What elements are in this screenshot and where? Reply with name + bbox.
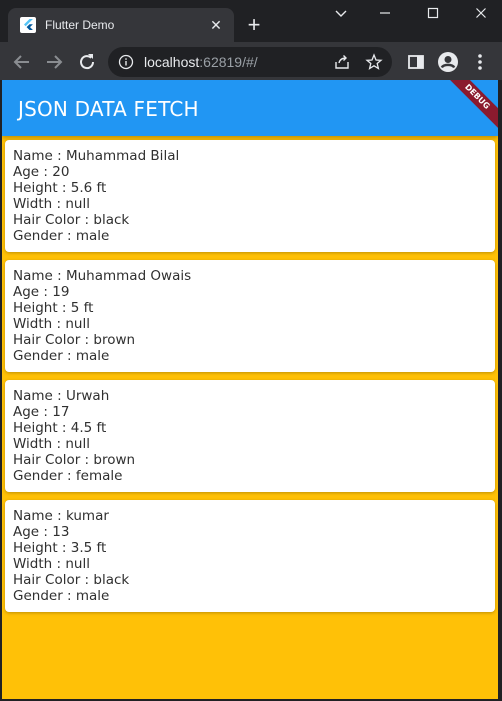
browser-titlebar: Flutter Demo ✕ + — [0, 0, 502, 42]
person-height: Height : 4.5 ft — [13, 420, 107, 436]
person-name: Name : kumar — [13, 508, 109, 524]
app-viewport: JSON DATA FETCH DEBUG Name : Muhammad Bi… — [2, 80, 498, 699]
info-icon[interactable] — [118, 54, 134, 70]
person-hair-color: Hair Color : brown — [13, 332, 136, 348]
close-window-icon[interactable] — [466, 6, 496, 26]
url-path: :62819/#/ — [199, 54, 258, 70]
forward-arrow-icon[interactable] — [42, 50, 66, 74]
person-gender: Gender : male — [13, 228, 110, 244]
browser-menu-icon[interactable] — [468, 50, 492, 74]
person-hair-color: Hair Color : brown — [13, 452, 136, 468]
person-gender: Gender : male — [13, 588, 110, 604]
app-bar: JSON DATA FETCH DEBUG — [2, 80, 498, 136]
browser-toolbar: localhost:62819/#/ — [0, 42, 502, 80]
url-host: localhost — [144, 54, 200, 70]
side-panel-icon[interactable] — [404, 50, 428, 74]
tab-search-chevron-icon[interactable] — [326, 6, 356, 26]
person-hair-color: Hair Color : black — [13, 212, 130, 228]
tab-title: Flutter Demo — [45, 18, 115, 32]
person-height: Height : 5.6 ft — [13, 180, 107, 196]
person-width: Width : null — [13, 556, 90, 572]
person-width: Width : null — [13, 436, 90, 452]
flutter-favicon-icon — [20, 17, 36, 33]
tab-close-icon[interactable]: ✕ — [208, 17, 224, 33]
people-list[interactable]: Name : Muhammad Bilal Age : 20 Height : … — [2, 136, 498, 620]
reload-icon[interactable] — [75, 50, 99, 74]
person-height: Height : 3.5 ft — [13, 540, 107, 556]
person-card[interactable]: Name : Muhammad Owais Age : 19 Height : … — [5, 260, 495, 372]
person-width: Width : null — [13, 316, 90, 332]
person-card[interactable]: Name : Muhammad Bilal Age : 20 Height : … — [5, 140, 495, 252]
new-tab-button[interactable]: + — [244, 14, 264, 36]
person-age: Age : 19 — [13, 284, 70, 300]
person-name: Name : Muhammad Owais — [13, 268, 192, 284]
person-card[interactable]: Name : Urwah Age : 17 Height : 4.5 ft Wi… — [5, 380, 495, 492]
person-height: Height : 5 ft — [13, 300, 94, 316]
person-name: Name : Urwah — [13, 388, 110, 404]
maximize-icon[interactable] — [418, 6, 448, 26]
profile-avatar-icon[interactable] — [436, 50, 460, 74]
person-width: Width : null — [13, 196, 90, 212]
debug-banner: DEBUG — [440, 80, 498, 134]
person-gender: Gender : male — [13, 348, 110, 364]
person-age: Age : 13 — [13, 524, 70, 540]
back-arrow-icon[interactable] — [10, 50, 34, 74]
person-card[interactable]: Name : kumar Age : 13 Height : 3.5 ft Wi… — [5, 500, 495, 612]
person-gender: Gender : female — [13, 468, 123, 484]
share-icon[interactable] — [333, 53, 351, 71]
bookmark-star-icon[interactable] — [365, 53, 383, 71]
browser-tab[interactable]: Flutter Demo ✕ — [8, 8, 234, 42]
person-hair-color: Hair Color : black — [13, 572, 130, 588]
person-age: Age : 20 — [13, 164, 70, 180]
minimize-icon[interactable] — [370, 6, 400, 26]
person-age: Age : 17 — [13, 404, 70, 420]
address-bar[interactable]: localhost:62819/#/ — [108, 47, 392, 77]
page-title: JSON DATA FETCH — [18, 97, 199, 121]
url-text[interactable]: localhost:62819/#/ — [144, 54, 258, 70]
person-name: Name : Muhammad Bilal — [13, 148, 180, 164]
